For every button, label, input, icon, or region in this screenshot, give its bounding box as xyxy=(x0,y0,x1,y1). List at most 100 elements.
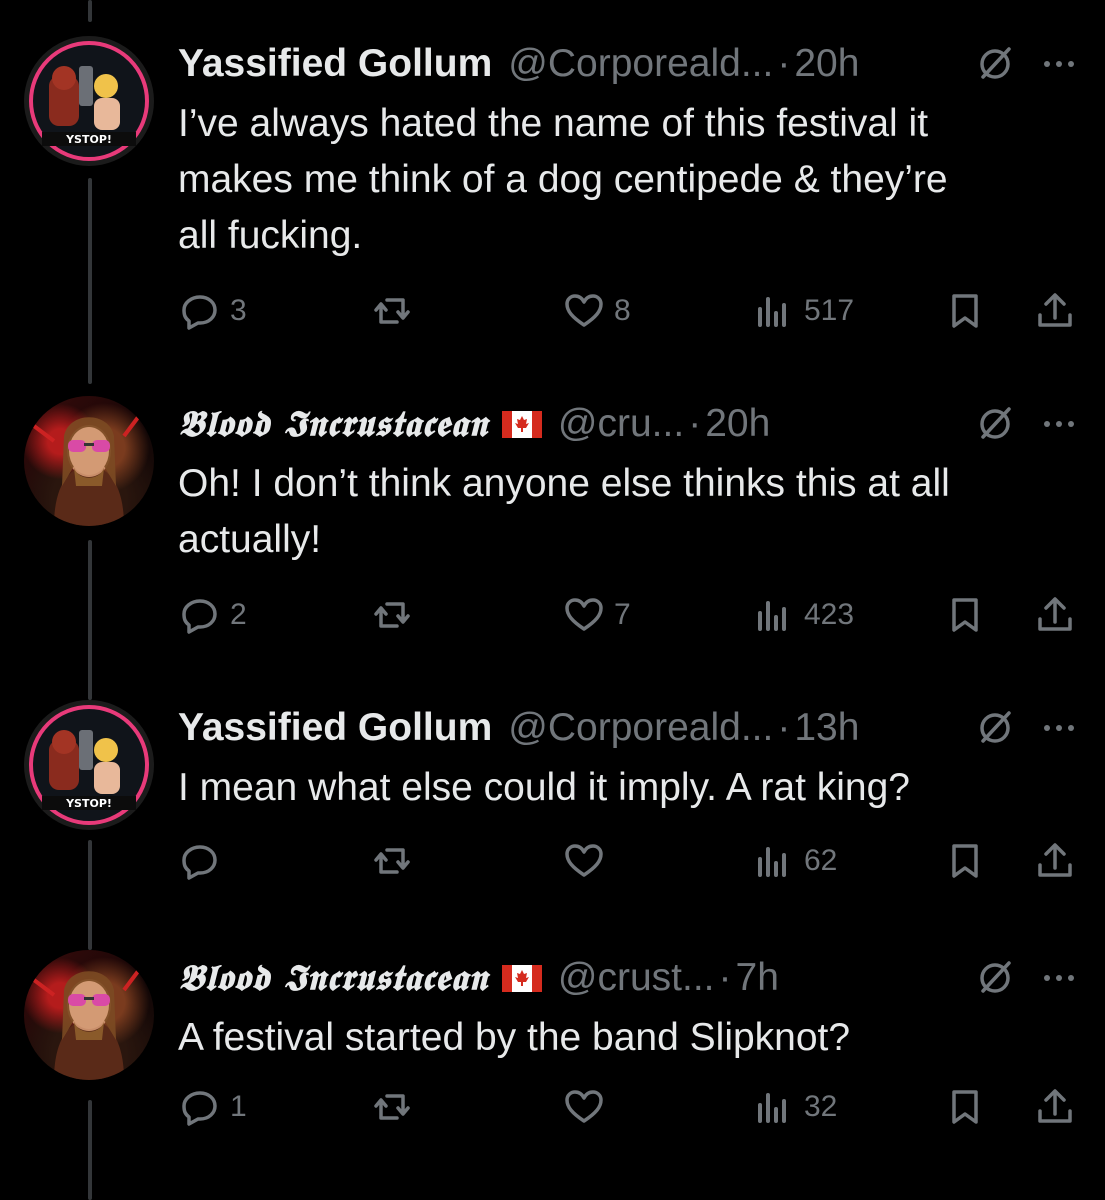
bookmark-button[interactable] xyxy=(945,590,985,640)
share-icon xyxy=(1038,843,1072,877)
grok-icon[interactable] xyxy=(975,44,1015,84)
reply-count: 1 xyxy=(230,1090,247,1123)
like-count: 7 xyxy=(614,598,631,631)
display-name[interactable]: 𝕭𝖑𝖔𝖔𝖉 𝕴𝖓𝖈𝖗𝖚𝖘𝖙𝖆𝖈𝖊𝖆𝖓 xyxy=(178,950,488,1006)
avatar-image: YSTOP! xyxy=(29,41,149,161)
more-icon[interactable] xyxy=(1037,958,1081,998)
grok-icon[interactable] xyxy=(975,404,1015,444)
thread-line xyxy=(88,178,92,384)
bookmark-button[interactable] xyxy=(945,1082,985,1132)
avatar-image xyxy=(32,968,141,1080)
tweet-text: I’ve always hated the name of this festi… xyxy=(178,102,948,257)
grok-icon[interactable] xyxy=(975,958,1015,998)
avatar[interactable] xyxy=(24,950,154,1080)
retweet-button[interactable] xyxy=(372,590,422,640)
tweet-actions: 62 xyxy=(0,836,1105,886)
share-icon xyxy=(1038,293,1072,327)
tweet-text: A festival started by the band Slipknot? xyxy=(178,1016,851,1059)
bookmark-icon xyxy=(952,598,978,632)
retweet-button[interactable] xyxy=(372,286,422,336)
tweet-text: Oh! I don’t think anyone else thinks thi… xyxy=(178,462,950,561)
tweet-header: Yassified Gollum @Corporeald... · 13h xyxy=(178,700,1081,756)
more-icon[interactable] xyxy=(1037,404,1081,444)
separator-dot: · xyxy=(777,706,791,749)
tweet-text: I mean what else could it imply. A rat k… xyxy=(178,766,910,809)
views-count: 32 xyxy=(804,1090,838,1123)
retweet-icon xyxy=(374,298,410,324)
user-handle[interactable]: @crust... xyxy=(558,950,715,1006)
reply-count: 3 xyxy=(230,294,247,327)
reply-button[interactable]: 3 xyxy=(180,286,247,336)
tweet-actions: 1 32 xyxy=(0,1082,1105,1132)
share-button[interactable] xyxy=(1035,590,1075,640)
timestamp[interactable]: 20h xyxy=(794,36,859,92)
retweet-icon xyxy=(374,602,410,628)
reply-button[interactable]: 1 xyxy=(180,1082,247,1132)
bookmark-button[interactable] xyxy=(945,286,985,336)
user-handle[interactable]: @Corporeald... xyxy=(508,36,773,92)
timestamp[interactable]: 20h xyxy=(705,396,770,452)
reply-count: 2 xyxy=(230,598,247,631)
views-button[interactable]: 62 xyxy=(754,836,837,886)
share-button[interactable] xyxy=(1035,836,1075,886)
tweet-actions: 3 8 517 xyxy=(0,286,1105,336)
views-icon xyxy=(758,601,786,631)
more-icon[interactable] xyxy=(1037,44,1081,84)
like-button[interactable]: 8 xyxy=(564,286,631,336)
reply-icon xyxy=(182,295,217,330)
timestamp[interactable]: 13h xyxy=(794,700,859,756)
avatar[interactable] xyxy=(24,396,154,526)
tweet-header: Yassified Gollum @Corporeald... · 20h xyxy=(178,36,1081,92)
retweet-icon xyxy=(374,1094,410,1120)
like-icon xyxy=(565,294,603,327)
views-icon xyxy=(758,297,786,327)
svg-text:YSTOP!: YSTOP! xyxy=(65,133,112,146)
separator-dot: · xyxy=(777,42,791,85)
display-name[interactable]: Yassified Gollum xyxy=(178,36,492,92)
like-button[interactable] xyxy=(564,1082,614,1132)
views-count: 423 xyxy=(804,598,855,631)
reply-icon xyxy=(182,1091,217,1126)
canada-flag-icon xyxy=(501,410,542,438)
bookmark-button[interactable] xyxy=(945,836,985,886)
like-icon xyxy=(565,1090,603,1123)
grok-icon[interactable] xyxy=(975,708,1015,748)
thread-line xyxy=(88,0,92,22)
reply-button[interactable]: 2 xyxy=(180,590,247,640)
user-handle[interactable]: @cru... xyxy=(558,396,684,452)
share-button[interactable] xyxy=(1035,1082,1075,1132)
avatar-image xyxy=(32,414,141,526)
canada-flag-icon xyxy=(501,964,542,992)
user-handle[interactable]: @Corporeald... xyxy=(508,700,773,756)
avatar-image: YSTOP! xyxy=(29,705,149,825)
like-icon xyxy=(565,844,603,877)
like-button[interactable] xyxy=(564,836,614,886)
share-icon xyxy=(1038,1089,1072,1123)
retweet-button[interactable] xyxy=(372,1082,422,1132)
tweet-header: 𝕭𝖑𝖔𝖔𝖉 𝕴𝖓𝖈𝖗𝖚𝖘𝖙𝖆𝖈𝖊𝖆𝖓 @crust... · 7h xyxy=(178,950,1081,1006)
share-icon xyxy=(1038,597,1072,631)
views-count: 517 xyxy=(804,294,855,327)
avatar[interactable]: YSTOP! xyxy=(24,700,154,830)
separator-dot: · xyxy=(718,956,732,999)
avatar[interactable]: YSTOP! xyxy=(24,36,154,166)
retweet-icon xyxy=(374,848,410,874)
display-name[interactable]: 𝕭𝖑𝖔𝖔𝖉 𝕴𝖓𝖈𝖗𝖚𝖘𝖙𝖆𝖈𝖊𝖆𝖓 xyxy=(178,396,488,452)
views-icon xyxy=(758,847,786,877)
bookmark-icon xyxy=(952,294,978,328)
views-button[interactable]: 517 xyxy=(754,286,854,336)
views-button[interactable]: 32 xyxy=(754,1082,837,1132)
svg-text:YSTOP!: YSTOP! xyxy=(65,797,112,810)
display-name[interactable]: Yassified Gollum xyxy=(178,700,492,756)
reply-button[interactable] xyxy=(180,836,230,886)
more-icon[interactable] xyxy=(1037,708,1081,748)
retweet-button[interactable] xyxy=(372,836,422,886)
views-button[interactable]: 423 xyxy=(754,590,854,640)
bookmark-icon xyxy=(952,1090,978,1124)
share-button[interactable] xyxy=(1035,286,1075,336)
like-button[interactable]: 7 xyxy=(564,590,631,640)
reply-icon xyxy=(182,599,217,634)
separator-dot: · xyxy=(688,402,702,445)
tweet-header: 𝕭𝖑𝖔𝖔𝖉 𝕴𝖓𝖈𝖗𝖚𝖘𝖙𝖆𝖈𝖊𝖆𝖓 @cru... · 20h xyxy=(178,396,1081,452)
timestamp[interactable]: 7h xyxy=(736,950,779,1006)
